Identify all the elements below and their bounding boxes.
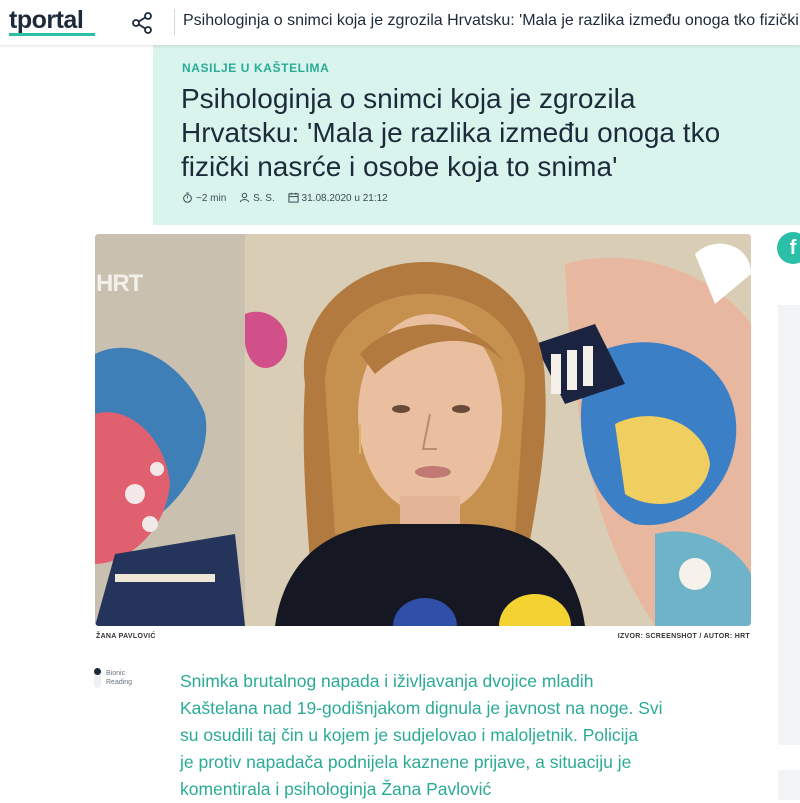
lead-line: komentirala i psihologinja Žana Pavlović — [180, 779, 492, 799]
publish-date-value: 31.08.2020 u 21:12 — [301, 193, 388, 204]
lead-line: su osudili taj čin u kojem je sudjelovao… — [180, 725, 639, 745]
hrt-watermark: HRT — [96, 270, 143, 297]
sidebar-panel — [778, 305, 800, 745]
calendar-icon — [287, 192, 299, 203]
publish-date: 31.08.2020 u 21:12 — [287, 192, 388, 204]
author-name[interactable]: S. S. — [253, 193, 275, 204]
read-time: ~2 min — [182, 192, 226, 204]
lead-line: je protiv napadača podnijela kaznene pri… — [180, 752, 632, 772]
stopwatch-icon — [183, 192, 192, 203]
article-headline: Psihologinja o snimci koja je zgrozila H… — [181, 82, 800, 184]
photo-illustration — [95, 234, 751, 626]
user-icon — [239, 192, 250, 203]
photo-caption-source: IZVOR: SCREENSHOT / AUTOR: HRT — [617, 633, 750, 640]
topbar-divider — [174, 9, 175, 35]
lead-line: Kaštelana nad 19-godišnjakom dignula je … — [180, 698, 663, 718]
article-photo[interactable] — [95, 234, 751, 626]
share-icon[interactable] — [130, 11, 154, 35]
topbar-article-title: Psihologinja o snimci koja je zgrozila H… — [183, 12, 800, 29]
logo-underline — [9, 33, 95, 36]
article-meta: ~2 min S. S. 31.08.2020 u 21:12 — [182, 192, 398, 204]
photo-caption-subject: ŽANA PAVLOVIĆ — [96, 633, 156, 640]
top-bar: tportal Psihologinja o snimci koja je zg… — [0, 0, 800, 45]
headline-line: Hrvatsku: 'Mala je razlika između onoga … — [181, 117, 721, 148]
headline-line: Psihologinja o snimci koja je zgrozila — [181, 83, 636, 114]
headline-line: fizički nasrće i osobe koja to snima' — [181, 151, 618, 182]
sidebar-panel-lower — [778, 770, 800, 800]
lead-line: Snimka brutalnog napada i iživljavanja d… — [180, 671, 594, 691]
read-time-value: ~2 min — [196, 193, 227, 204]
facebook-icon: f — [789, 237, 797, 259]
bionic-reading-label: Bionic Reading — [106, 670, 133, 686]
site-logo[interactable]: tportal — [9, 6, 84, 35]
article-kicker[interactable]: NASILJE U KAŠTELIMA — [182, 61, 329, 75]
article-lead: Snimka brutalnog napada i iživljavanja d… — [180, 668, 760, 803]
toggle-knob[interactable] — [94, 668, 101, 675]
facebook-share-button[interactable]: f — [777, 232, 800, 264]
author: S. S. — [239, 192, 275, 204]
